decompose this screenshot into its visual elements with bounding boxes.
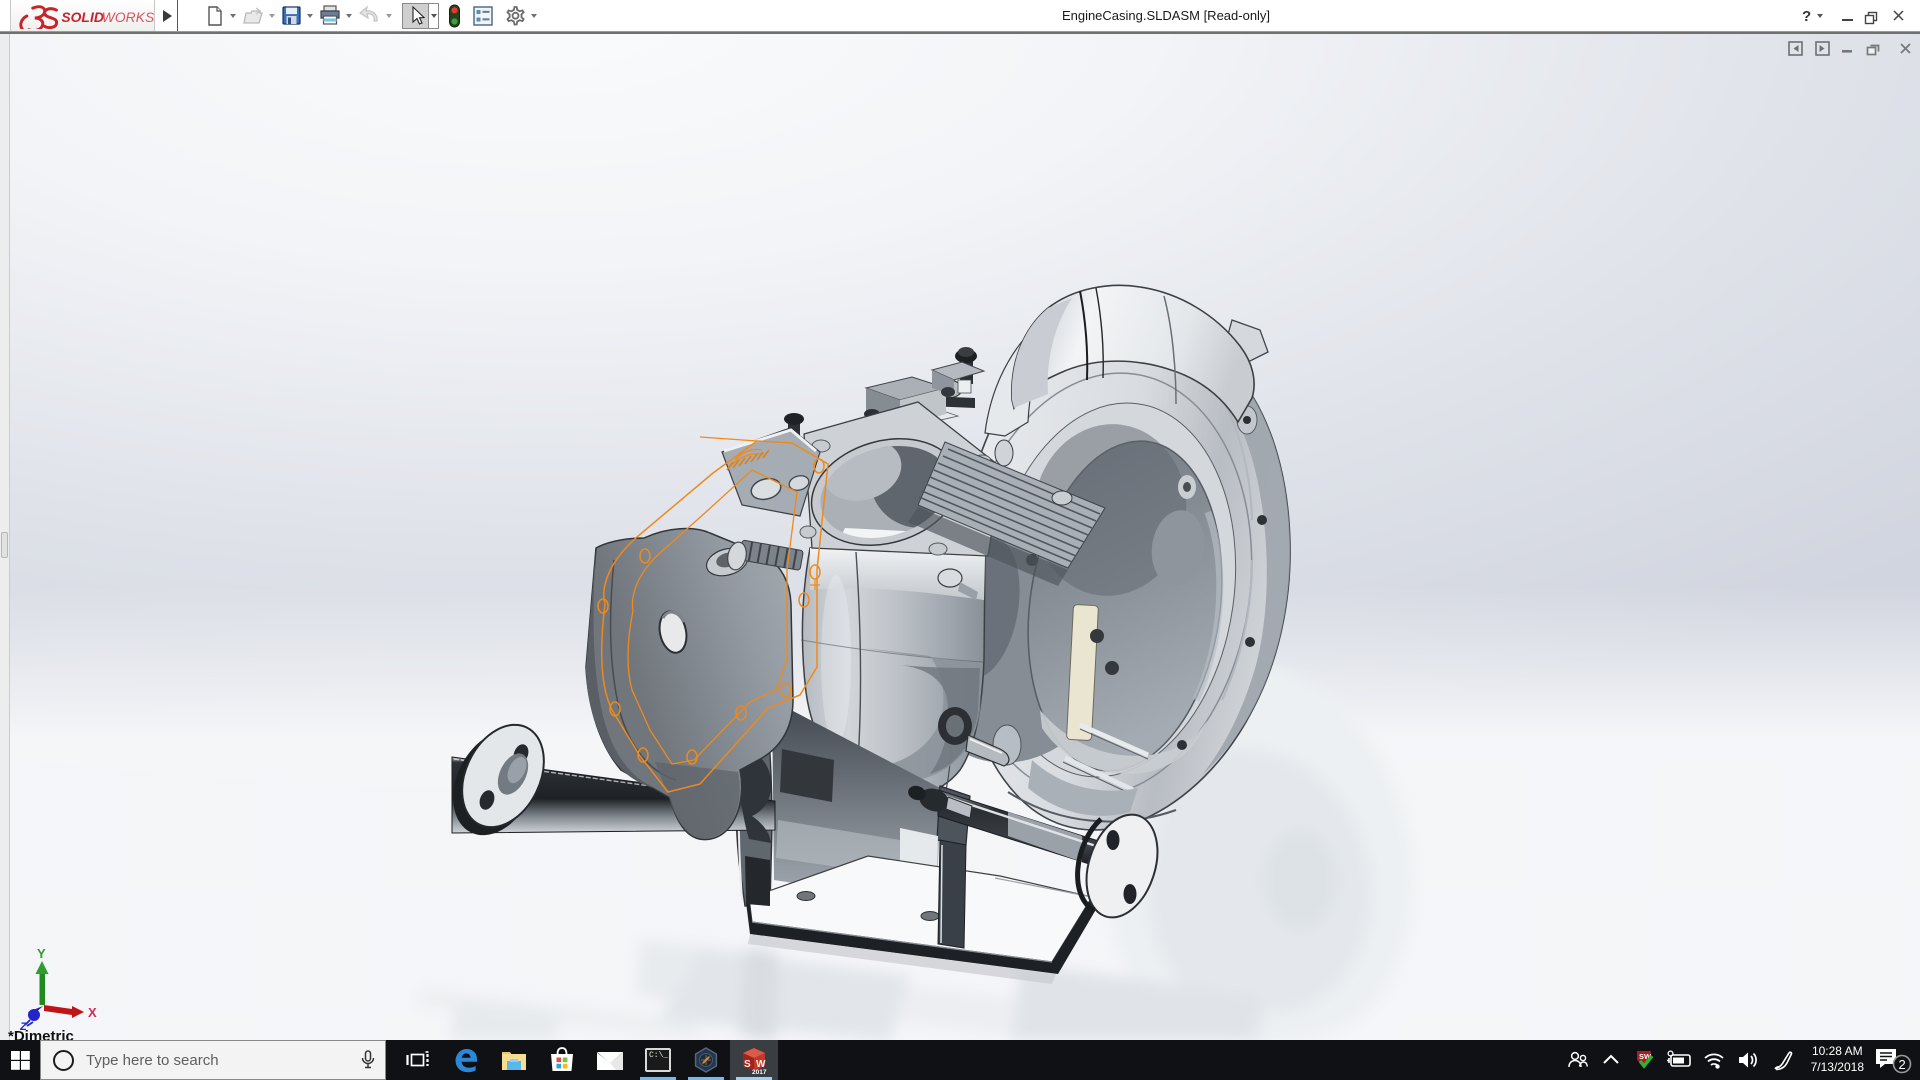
svg-text:2017: 2017 — [752, 1069, 767, 1075]
svg-text:X: X — [88, 1005, 97, 1020]
svg-text:S: S — [744, 1059, 751, 1070]
svg-text:?: ? — [1802, 8, 1811, 25]
svg-text:2: 2 — [1899, 1057, 1906, 1072]
svg-text:Y: Y — [37, 946, 46, 961]
